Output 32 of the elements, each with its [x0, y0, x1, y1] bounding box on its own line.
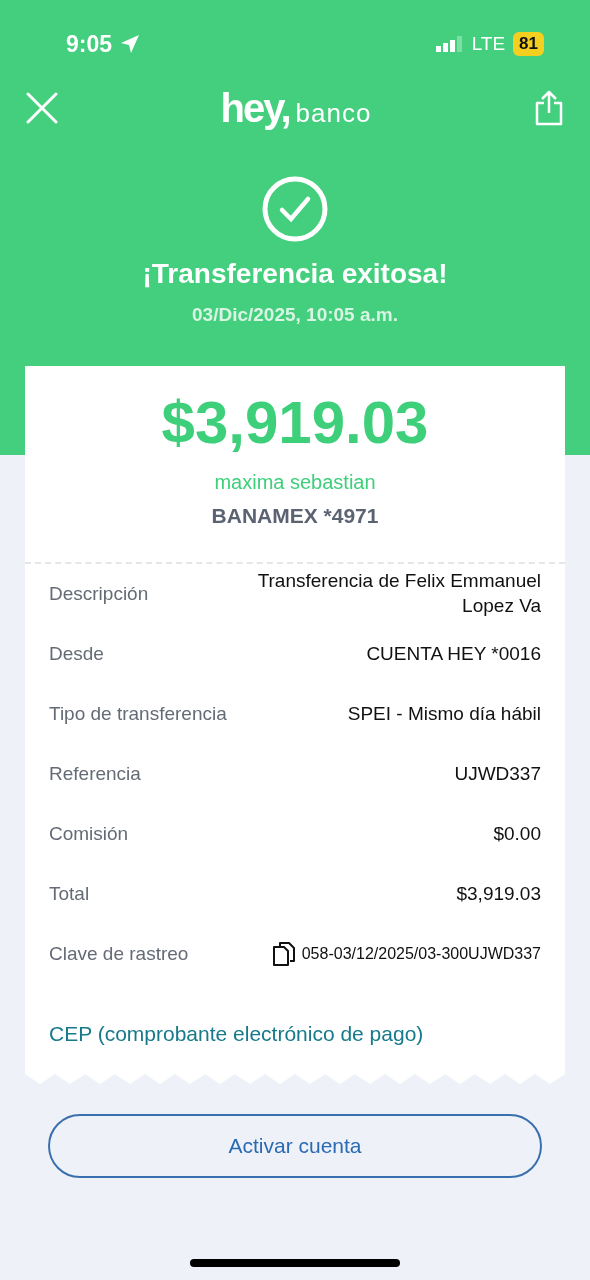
detail-label: Clave de rastreo: [49, 943, 189, 965]
activate-account-button[interactable]: Activar cuenta: [48, 1114, 542, 1178]
detail-label: Comisión: [49, 823, 129, 845]
location-icon: [120, 34, 141, 54]
detail-value: $3,919.03: [456, 881, 541, 906]
cep-link[interactable]: CEP (comprobante electrónico de pago): [49, 1022, 424, 1046]
close-icon[interactable]: [26, 92, 58, 124]
detail-label: Descripción: [49, 583, 149, 605]
detail-label: Total: [49, 883, 90, 905]
detail-value: 058-03/12/2025/03-300UJWD337: [301, 943, 541, 964]
logo-suffix: banco: [295, 97, 372, 129]
detail-value: CUENTA HEY *0016: [366, 641, 541, 666]
amount: $3,919.03: [161, 388, 429, 457]
detail-value: UJWD337: [454, 761, 541, 786]
success-title: ¡Transferencia exitosa!: [142, 258, 448, 290]
detail-value: Transferencia de Felix Emmanuel Lopez Va: [256, 569, 541, 618]
transfer-date: 03/Dic/2025, 10:05 a.m.: [192, 304, 398, 326]
detail-label: Referencia: [49, 763, 141, 785]
status-time: 9:05: [66, 30, 113, 58]
detail-label: Desde: [49, 643, 104, 665]
detail-value: SPEI - Mismo día hábil: [347, 701, 541, 726]
recipient-name: maxima sebastian: [214, 471, 376, 494]
logo-word: hey,: [220, 85, 290, 131]
detail-value: $0.00: [493, 821, 541, 846]
signal-icon: [435, 36, 464, 52]
network-label: LTE: [471, 33, 506, 55]
copy-icon[interactable]: [271, 941, 296, 967]
share-icon[interactable]: [534, 90, 564, 126]
recipient-account: BANAMEX *4971: [211, 504, 379, 528]
battery-level: 81: [513, 32, 544, 56]
check-circle-icon: [262, 176, 328, 242]
detail-label: Tipo de transferencia: [49, 703, 227, 725]
